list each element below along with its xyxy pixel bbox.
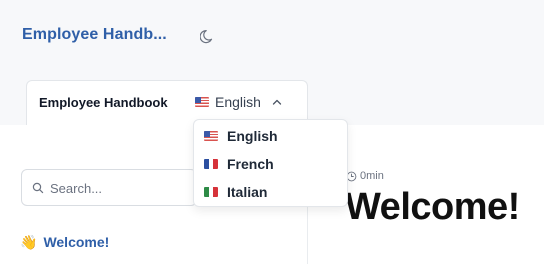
language-toggle[interactable]: English (195, 94, 283, 110)
moon-icon[interactable] (200, 28, 216, 44)
italian-flag-icon (204, 187, 218, 197)
language-option-label: Italian (227, 184, 268, 200)
us-flag-icon (204, 131, 218, 141)
current-language: English (215, 94, 261, 110)
search-placeholder: Search... (50, 181, 103, 196)
us-flag-icon (195, 97, 209, 107)
search-icon (32, 182, 44, 194)
search-input[interactable]: Search... (21, 169, 197, 206)
sidebar-item-label: Welcome! (43, 234, 110, 250)
language-option-italian[interactable]: Italian (204, 184, 267, 200)
chevron-up-icon (272, 99, 282, 105)
language-option-label: French (227, 156, 274, 172)
read-time: 0min (346, 170, 384, 182)
page-title: Welcome! (345, 186, 520, 228)
sidebar-item-welcome[interactable]: 👋 Welcome! (20, 234, 109, 250)
language-option-french[interactable]: French (204, 156, 274, 172)
site-title[interactable]: Employee Handb... (22, 26, 167, 44)
language-option-label: English (227, 128, 278, 144)
waving-hand-icon: 👋 (20, 234, 38, 250)
read-time-value: 0min (360, 170, 384, 182)
french-flag-icon (204, 159, 218, 169)
handbook-title: Employee Handbook (39, 95, 168, 110)
language-option-english[interactable]: English (204, 128, 278, 144)
language-dropdown: English French Italian (193, 119, 348, 207)
